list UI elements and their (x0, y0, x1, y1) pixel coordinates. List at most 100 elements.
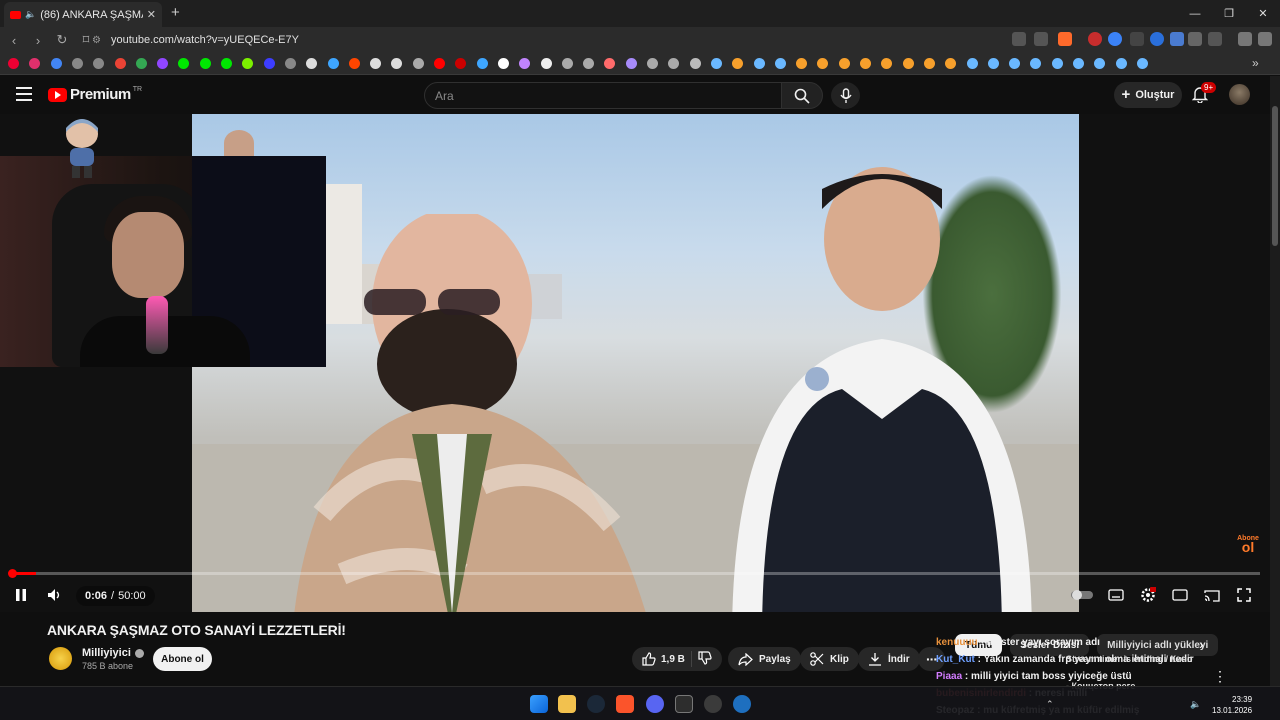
bookmark-favicon-icon[interactable] (583, 58, 595, 69)
url-field[interactable]: ⚙ youtube.com/watch?v=yUEQECe-E7Y (92, 31, 1052, 49)
bookmark-favicon-icon[interactable] (817, 58, 829, 69)
tab-close-icon[interactable]: ✕ (147, 8, 156, 21)
subscribe-button[interactable]: Abone ol (153, 647, 212, 671)
site-info-icon[interactable]: ⚙ (92, 35, 101, 46)
bookmark-favicon-icon[interactable] (987, 58, 999, 69)
search-button[interactable] (781, 82, 823, 109)
scrollbar-thumb[interactable] (1272, 106, 1278, 246)
share-icon[interactable] (1034, 32, 1048, 46)
bookmark-favicon-icon[interactable] (8, 58, 19, 69)
channel-name[interactable]: Milliyiyici (82, 647, 131, 659)
page-scrollbar[interactable] (1270, 76, 1280, 686)
browser-tab[interactable]: 🔈 (86) ANKARA ŞAŞMAZ OTO S ✕ (4, 2, 162, 27)
extensions-puzzle-icon[interactable] (1188, 32, 1202, 46)
obs-icon[interactable] (704, 695, 722, 713)
bookmark-favicon-icon[interactable] (221, 58, 232, 69)
volume-button[interactable] (44, 586, 66, 604)
bookmark-favicon-icon[interactable] (327, 58, 339, 69)
bookmark-favicon-icon[interactable] (178, 58, 190, 69)
brave-shield-icon[interactable] (1058, 32, 1072, 46)
bookmark-favicon-icon[interactable] (135, 58, 147, 69)
extension-icon[interactable] (1170, 32, 1184, 46)
bookmark-favicon-icon[interactable] (1136, 58, 1148, 69)
audio-playing-icon[interactable]: 🔈 (25, 9, 36, 20)
media-icon[interactable] (1238, 32, 1252, 46)
theater-mode-button[interactable] (1170, 586, 1190, 604)
discord-icon[interactable] (646, 695, 664, 713)
bookmark-favicon-icon[interactable] (710, 58, 722, 69)
subtitles-button[interactable] (1106, 586, 1126, 604)
bookmark-favicon-icon[interactable] (242, 58, 254, 69)
extension-icon[interactable] (1088, 32, 1102, 46)
cast-button[interactable] (1202, 586, 1222, 604)
search-input[interactable]: Ara (424, 82, 782, 109)
share-button[interactable]: Paylaş (728, 647, 801, 671)
tray-chevron-icon[interactable]: ⌃ (1046, 699, 1054, 710)
bookmark-favicon-icon[interactable] (455, 58, 467, 69)
settings-button[interactable] (1138, 586, 1158, 604)
bookmark-favicon-icon[interactable] (157, 58, 169, 69)
bookmark-favicon-icon[interactable] (476, 58, 488, 69)
extension-icon[interactable] (1130, 32, 1144, 46)
like-button[interactable]: 1,9 B (642, 652, 685, 666)
channel-avatar[interactable] (47, 645, 74, 672)
bookmark-favicon-icon[interactable] (561, 58, 573, 69)
bookmark-favicon-icon[interactable] (370, 58, 382, 69)
new-tab-icon[interactable]: + (171, 4, 180, 21)
account-avatar[interactable] (1229, 84, 1250, 105)
bookmark-favicon-icon[interactable] (1030, 58, 1042, 69)
bookmark-favicon-icon[interactable] (945, 58, 957, 69)
bookmark-favicon-icon[interactable] (29, 58, 41, 69)
speaker-icon[interactable]: 🔈 (1190, 699, 1201, 710)
download-button[interactable]: İndir (858, 647, 920, 671)
pip-icon[interactable] (1012, 32, 1026, 46)
bookmark-favicon-icon[interactable] (668, 58, 680, 69)
bookmark-favicon-icon[interactable] (796, 58, 808, 69)
file-explorer-icon[interactable] (558, 695, 576, 713)
sidebar-icon[interactable] (1208, 32, 1222, 46)
bookmark-favicon-icon[interactable] (753, 58, 765, 69)
channel-name-row[interactable]: Milliyiyici (82, 647, 144, 659)
restore-icon[interactable]: ❐ (1212, 0, 1246, 27)
notifications-button[interactable]: 9+ (1192, 82, 1217, 104)
clip-button[interactable]: Klip (800, 647, 859, 671)
extension-icon[interactable] (1108, 32, 1122, 46)
system-clock[interactable]: 23:39 13.01.2026 (1212, 694, 1252, 716)
bookmark-favicon-icon[interactable] (93, 58, 105, 69)
bookmark-favicon-icon[interactable] (391, 58, 403, 69)
progress-bar[interactable] (8, 569, 1260, 578)
voice-search-button[interactable] (831, 82, 860, 109)
bookmark-favicon-icon[interactable] (732, 58, 744, 69)
extension-icon[interactable] (1150, 32, 1164, 46)
forward-icon[interactable]: › (28, 33, 48, 48)
fullscreen-button[interactable] (1234, 586, 1254, 604)
bookmark-favicon-icon[interactable] (923, 58, 935, 69)
bookmark-favicon-icon[interactable] (434, 58, 445, 69)
bookmark-favicon-icon[interactable] (412, 58, 424, 69)
bookmark-favicon-icon[interactable] (519, 58, 531, 69)
bookmark-favicon-icon[interactable] (50, 58, 62, 69)
back-icon[interactable]: ‹ (4, 33, 24, 48)
app-icon[interactable] (733, 695, 751, 713)
bookmark-favicon-icon[interactable] (1094, 58, 1106, 69)
bookmark-favicon-icon[interactable] (838, 58, 850, 69)
menu-hamburger-icon[interactable] (16, 87, 32, 101)
brave-browser-icon[interactable] (616, 695, 634, 713)
dislike-button[interactable] (698, 650, 712, 668)
bookmark-favicon-icon[interactable] (1009, 58, 1021, 69)
progress-scrubber[interactable] (8, 569, 17, 578)
bookmark-favicon-icon[interactable] (774, 58, 786, 69)
bookmark-favicon-icon[interactable] (604, 58, 616, 69)
bookmark-favicon-icon[interactable] (881, 58, 893, 69)
bookmark-favicon-icon[interactable] (902, 58, 914, 69)
more-bookmarks-icon[interactable]: » (1252, 56, 1259, 70)
bookmark-favicon-icon[interactable] (647, 58, 658, 69)
close-window-icon[interactable]: ✕ (1246, 0, 1280, 27)
bookmark-favicon-icon[interactable] (263, 58, 275, 69)
autoplay-toggle[interactable] (1070, 586, 1094, 604)
steam-icon[interactable] (587, 695, 605, 713)
windows-start-icon[interactable] (530, 695, 548, 713)
bookmark-favicon-icon[interactable] (284, 58, 296, 69)
more-vertical-icon[interactable]: ⋮ (1213, 668, 1227, 685)
bookmark-favicon-icon[interactable] (860, 58, 871, 69)
